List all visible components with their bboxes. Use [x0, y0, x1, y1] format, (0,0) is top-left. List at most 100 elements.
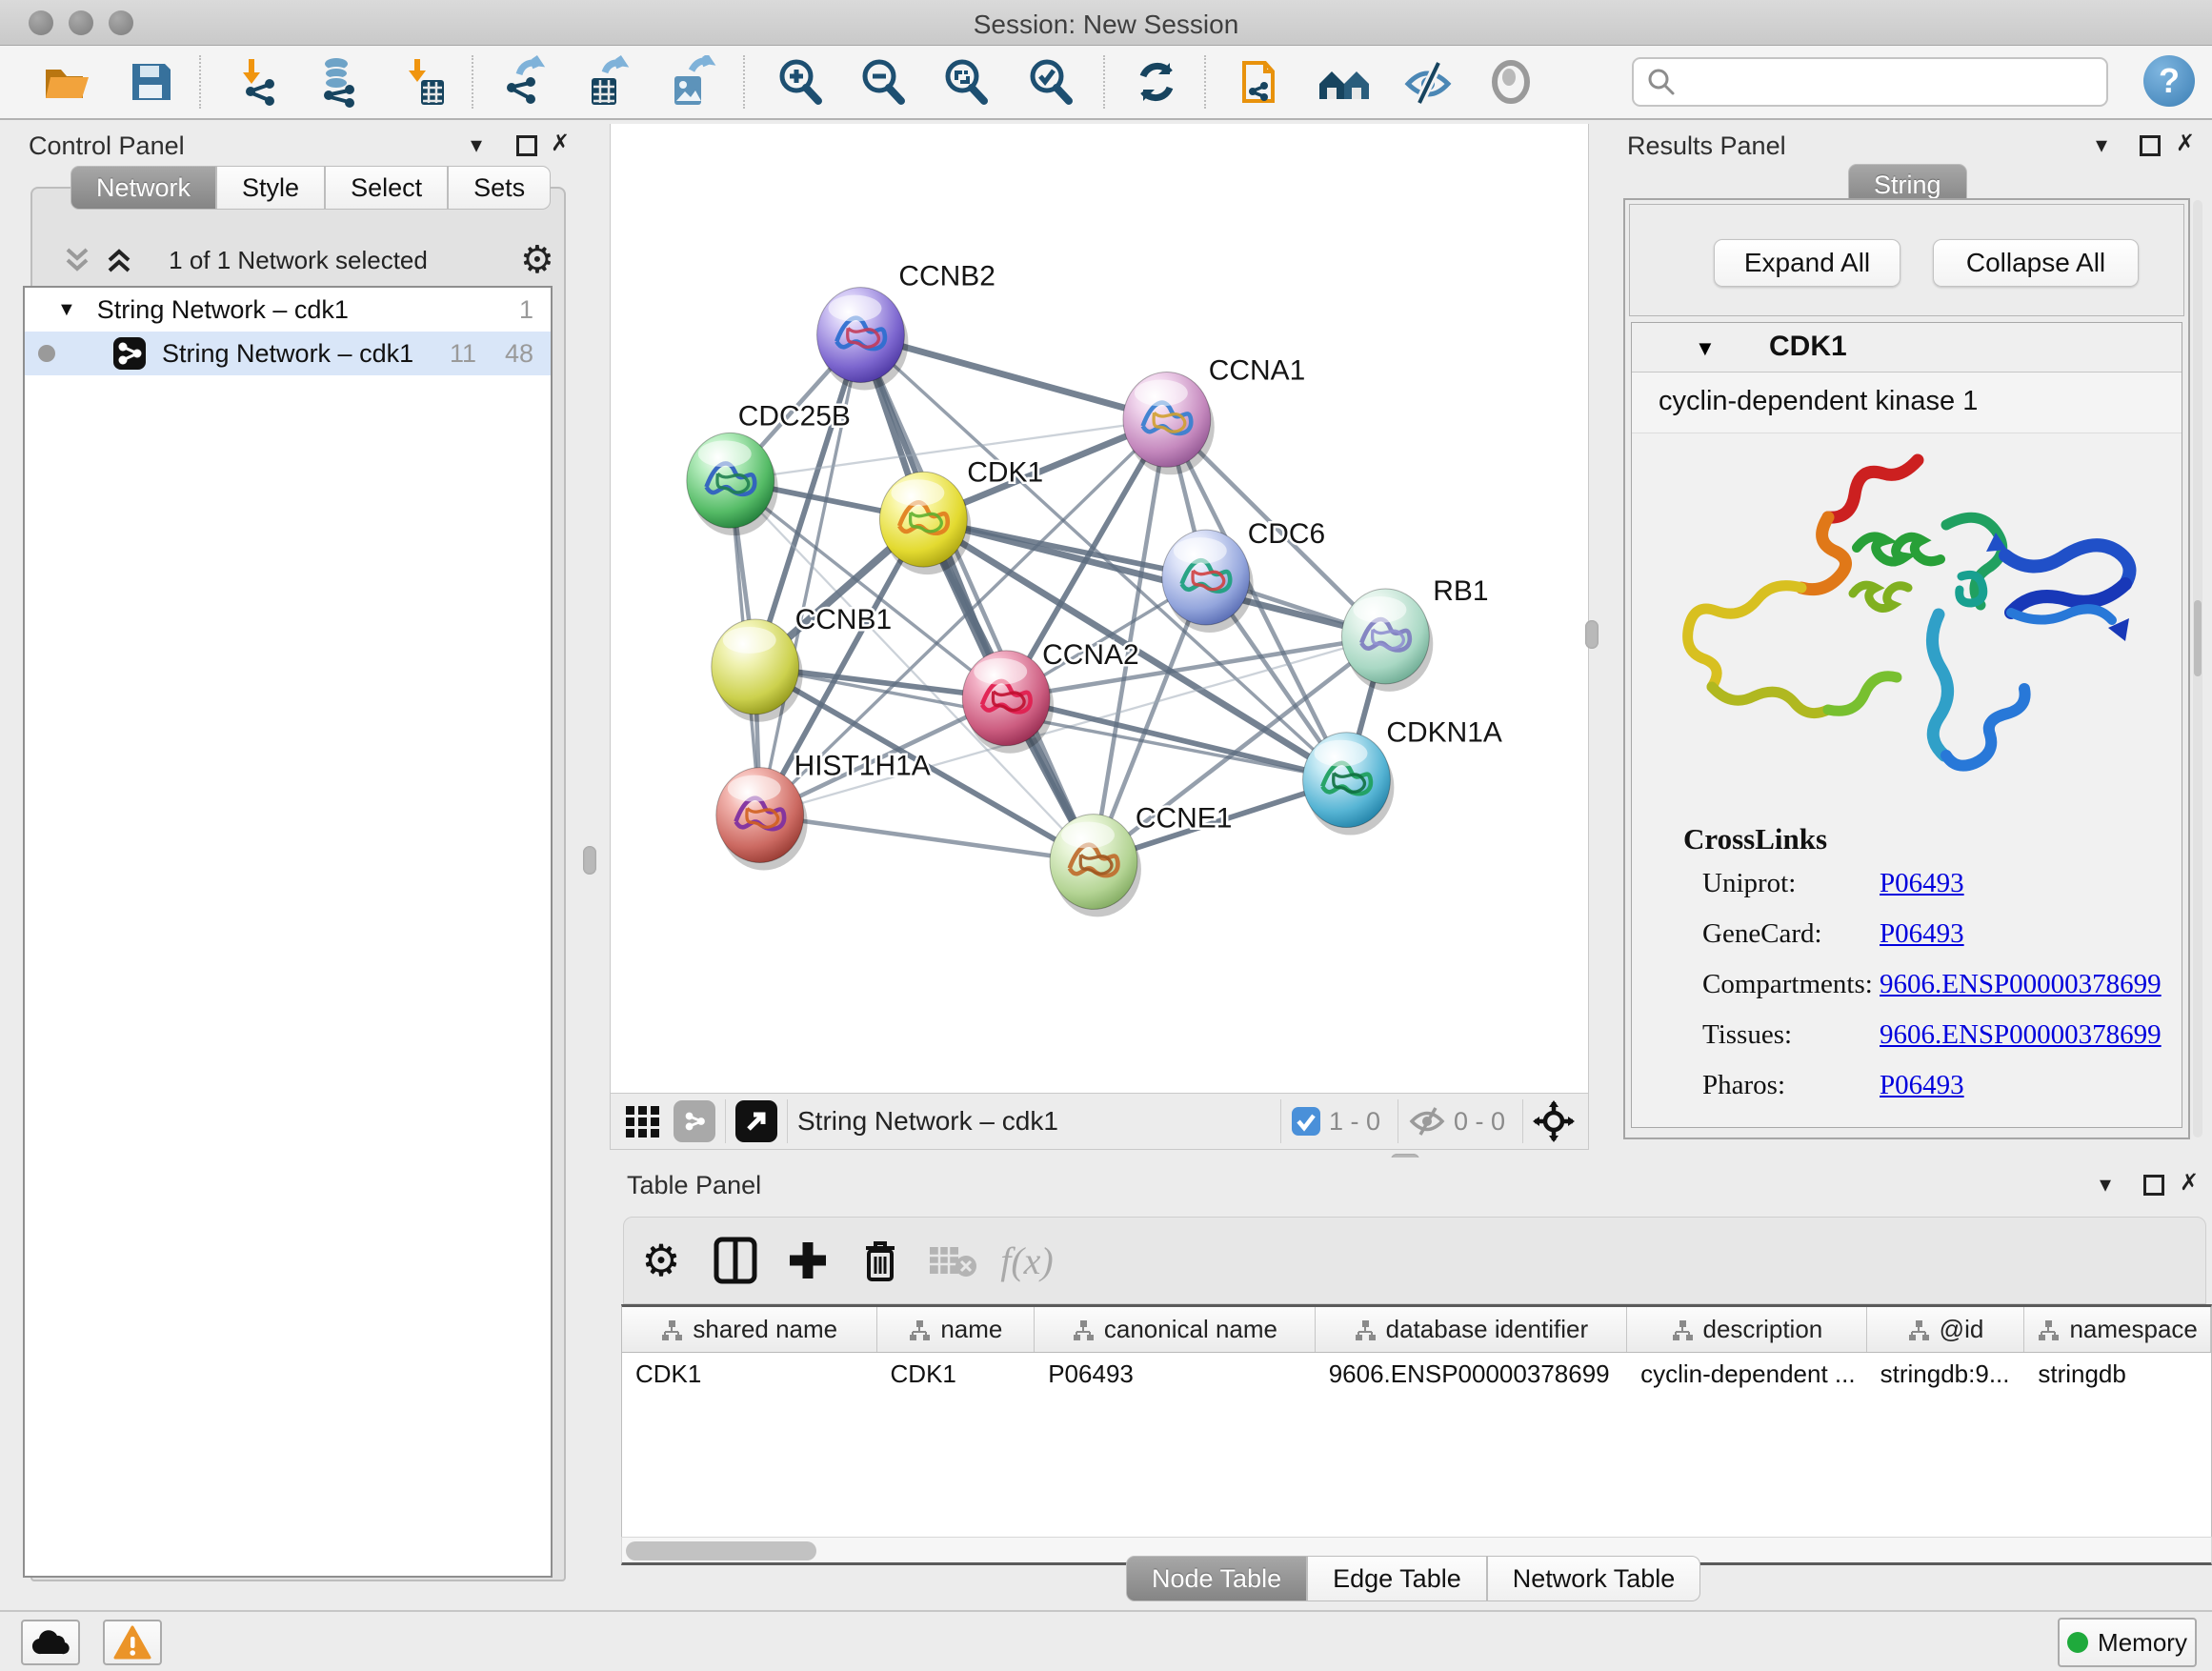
zoom-selected-icon	[1024, 55, 1077, 109]
results-scrollbar[interactable]	[2193, 200, 2202, 1137]
column-header-canonical-name[interactable]: canonical name	[1035, 1307, 1315, 1352]
save-session-button[interactable]	[122, 53, 179, 111]
table-panel-float-icon[interactable]	[2143, 1175, 2164, 1196]
string-view-icon[interactable]	[674, 1100, 715, 1142]
column-type-icon	[1907, 1319, 1930, 1341]
crosslink-link[interactable]: P06493	[1880, 918, 1964, 950]
warning-icon	[113, 1625, 151, 1660]
selected-checkbox-icon[interactable]	[1291, 1106, 1321, 1137]
zoom-fit-icon	[939, 55, 993, 109]
collapse-all-button[interactable]: Collapse All	[1933, 239, 2139, 287]
toolbar-separator	[1103, 55, 1105, 109]
search-input[interactable]	[1678, 61, 2106, 103]
column-header-shared-name[interactable]: shared name	[622, 1307, 877, 1352]
column-header-name[interactable]: name	[877, 1307, 1036, 1352]
delete-table-icon[interactable]	[923, 1231, 982, 1290]
network-row-selected[interactable]: String Network – cdk1 11 48	[25, 332, 551, 375]
memory-button[interactable]: Memory	[2058, 1618, 2197, 1667]
navigator-crosshair-icon[interactable]	[1533, 1100, 1575, 1142]
cloud-button[interactable]	[21, 1620, 80, 1665]
houses-icon	[1316, 55, 1373, 109]
import-network-file-button[interactable]	[230, 53, 287, 111]
left-splitter-handle[interactable]	[583, 846, 596, 875]
column-header-database-identifier[interactable]: database identifier	[1316, 1307, 1627, 1352]
control-panel-close-icon[interactable]: ✗	[551, 130, 570, 156]
table-panel-collapse-icon[interactable]: ▾	[2100, 1171, 2111, 1198]
export-network-file-button[interactable]	[496, 53, 553, 111]
export-table-file-button[interactable]	[578, 53, 635, 111]
table-options-gear-icon[interactable]: ⚙	[632, 1231, 691, 1290]
help-button[interactable]: ?	[2143, 55, 2195, 107]
results-panel-float-icon[interactable]	[2140, 135, 2161, 156]
memory-status-icon	[2067, 1632, 2088, 1653]
warnings-button[interactable]	[103, 1620, 162, 1665]
network-collection-row[interactable]: ▼ String Network – cdk1 1	[25, 288, 551, 332]
hidden-eye-slash-icon[interactable]	[1408, 1105, 1446, 1137]
open-session-button[interactable]	[38, 53, 95, 111]
show-columns-icon[interactable]	[706, 1231, 765, 1290]
gene-expander-icon[interactable]: ▼	[1695, 336, 1716, 361]
show-all-button[interactable]	[1482, 53, 1539, 111]
network-canvas[interactable]: CCNB2CCNA1CDC25BCDK1CDC6RB1CCNB1CCNA2CDK…	[610, 124, 1589, 1093]
crosslink-link[interactable]: P06493	[1880, 868, 1964, 899]
network-node-RB1[interactable]: RB1	[1342, 575, 1489, 692]
control-panel-collapse-icon[interactable]: ▾	[471, 131, 482, 158]
import-table-file-button[interactable]	[394, 53, 452, 111]
crosslink-link[interactable]: 9606.ENSP00000378699	[1880, 1019, 2162, 1051]
footer-separator	[787, 1099, 788, 1143]
right-splitter-handle[interactable]	[1585, 620, 1599, 649]
crosslink-label: Compartments:	[1702, 969, 1873, 1000]
zoom-out-button[interactable]	[855, 53, 912, 111]
crosslink-link[interactable]: P06493	[1880, 1070, 1964, 1101]
network-view-title: String Network – cdk1	[797, 1106, 1058, 1137]
zoom-selected-button[interactable]	[1022, 53, 1079, 111]
tab-select[interactable]: Select	[325, 166, 448, 210]
tree-expander-icon[interactable]: ▼	[57, 299, 76, 321]
table-panel-close-icon[interactable]: ✗	[2180, 1169, 2199, 1196]
home-string-button[interactable]	[1316, 53, 1373, 111]
create-column-plus-icon[interactable]	[778, 1231, 837, 1290]
table-cell: cyclin-dependent ...	[1627, 1353, 1867, 1395]
control-panel: Control Panel ▾ ✗ NetworkStyleSelectSets…	[13, 124, 572, 1583]
column-header-namespace[interactable]: namespace	[2024, 1307, 2211, 1352]
tab-node-table[interactable]: Node Table	[1126, 1556, 1307, 1601]
expand-all-button[interactable]: Expand All	[1714, 239, 1900, 287]
table-panel: Table Panel ▾ ✗ ⚙	[617, 1158, 2212, 1605]
protein-structure-image[interactable]	[1632, 433, 2182, 815]
annotation-button[interactable]	[1231, 53, 1288, 111]
network-node-CCNB2[interactable]: CCNB2	[817, 261, 995, 391]
refresh-button[interactable]	[1128, 53, 1185, 111]
results-panel-collapse-icon[interactable]: ▾	[2096, 131, 2107, 158]
network-node-HIST1H1A[interactable]: HIST1H1A	[716, 751, 931, 871]
node-label-CCNB2: CCNB2	[898, 261, 995, 292]
open-in-window-icon[interactable]	[735, 1100, 777, 1142]
network-node-CCNA1[interactable]: CCNA1	[1123, 354, 1305, 474]
network-node-CCNB1[interactable]: CCNB1	[712, 604, 892, 722]
crosslink-link[interactable]: 9606.ENSP00000378699	[1880, 969, 2162, 1000]
birdseye-grid-icon[interactable]	[624, 1102, 662, 1140]
table-row[interactable]: CDK1CDK1P064939606.ENSP00000378699cyclin…	[622, 1353, 2211, 1395]
export-image-button[interactable]	[661, 53, 718, 111]
network-node-CDKN1A[interactable]: CDKN1A	[1303, 717, 1502, 836]
tab-network[interactable]: Network	[70, 166, 216, 210]
column-header--id[interactable]: @id	[1867, 1307, 2025, 1352]
tab-edge-table[interactable]: Edge Table	[1307, 1556, 1487, 1601]
results-panel-close-icon[interactable]: ✗	[2176, 130, 2195, 156]
tab-network-table[interactable]: Network Table	[1487, 1556, 1701, 1601]
control-panel-float-icon[interactable]	[516, 135, 537, 156]
delete-column-trash-icon[interactable]	[851, 1231, 910, 1290]
tab-style[interactable]: Style	[216, 166, 325, 210]
import-network-database-button[interactable]	[310, 53, 367, 111]
zoom-in-button[interactable]	[772, 53, 829, 111]
hide-selected-button[interactable]	[1399, 53, 1457, 111]
tab-sets[interactable]: Sets	[448, 166, 551, 210]
search-field[interactable]	[1632, 57, 2108, 107]
zoom-fit-button[interactable]	[937, 53, 995, 111]
network-node-CDK1[interactable]: CDK1	[879, 456, 1043, 574]
results-panel-title: Results Panel	[1627, 131, 1786, 161]
column-header-description[interactable]: description	[1627, 1307, 1867, 1352]
function-builder-icon[interactable]: f(x)	[997, 1231, 1056, 1290]
search-icon	[1645, 66, 1678, 98]
network-node-CCNE1[interactable]: CCNE1	[1050, 803, 1232, 917]
network-options-gear-icon[interactable]: ⚙	[520, 238, 554, 282]
